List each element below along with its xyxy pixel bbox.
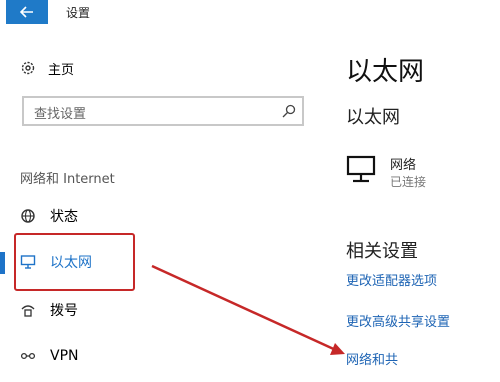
globe-icon — [21, 209, 35, 223]
network-status: 已连接 — [390, 175, 427, 189]
page-title: 以太网 — [346, 57, 425, 87]
home-label: 主页 — [48, 62, 75, 78]
related-settings-title: 相关设置 — [346, 241, 418, 262]
title-bar: 设置 — [0, 0, 500, 24]
sidebar-item-vpn[interactable]: VPN — [20, 342, 79, 370]
sidebar-item-label: 拨号 — [50, 303, 78, 319]
change-adapter-options-link[interactable]: 更改适配器选项 — [346, 270, 437, 289]
network-monitor-icon — [346, 155, 376, 183]
sidebar-item-label: VPN — [50, 348, 79, 364]
sidebar-item-label: 状态 — [50, 209, 78, 225]
annotation-highlight-box — [14, 233, 135, 291]
search-icon[interactable] — [282, 104, 296, 118]
window-title: 设置 — [66, 6, 91, 20]
gear-icon — [21, 61, 35, 75]
sidebar-item-home[interactable]: 主页 — [20, 56, 74, 80]
back-arrow-icon — [20, 6, 33, 18]
vpn-icon — [20, 352, 36, 360]
section-title: 以太网 — [346, 107, 400, 128]
sidebar-item-dialup[interactable]: 拨号 — [20, 296, 78, 324]
sidebar-item-status[interactable]: 状态 — [20, 202, 78, 230]
network-name: 网络 — [390, 158, 417, 173]
search-placeholder: 查找设置 — [34, 107, 87, 122]
section-heading: 网络和 Internet — [20, 172, 115, 187]
change-advanced-sharing-link[interactable]: 更改高级共享设置 — [346, 311, 450, 330]
network-connection-item[interactable]: 网络 已连接 — [346, 153, 496, 193]
search-input[interactable]: 查找设置 — [22, 96, 304, 126]
selection-indicator — [0, 252, 5, 274]
dialup-icon — [21, 305, 35, 317]
network-sharing-center-link[interactable]: 网络和共 — [346, 349, 398, 368]
back-button[interactable] — [6, 0, 48, 24]
